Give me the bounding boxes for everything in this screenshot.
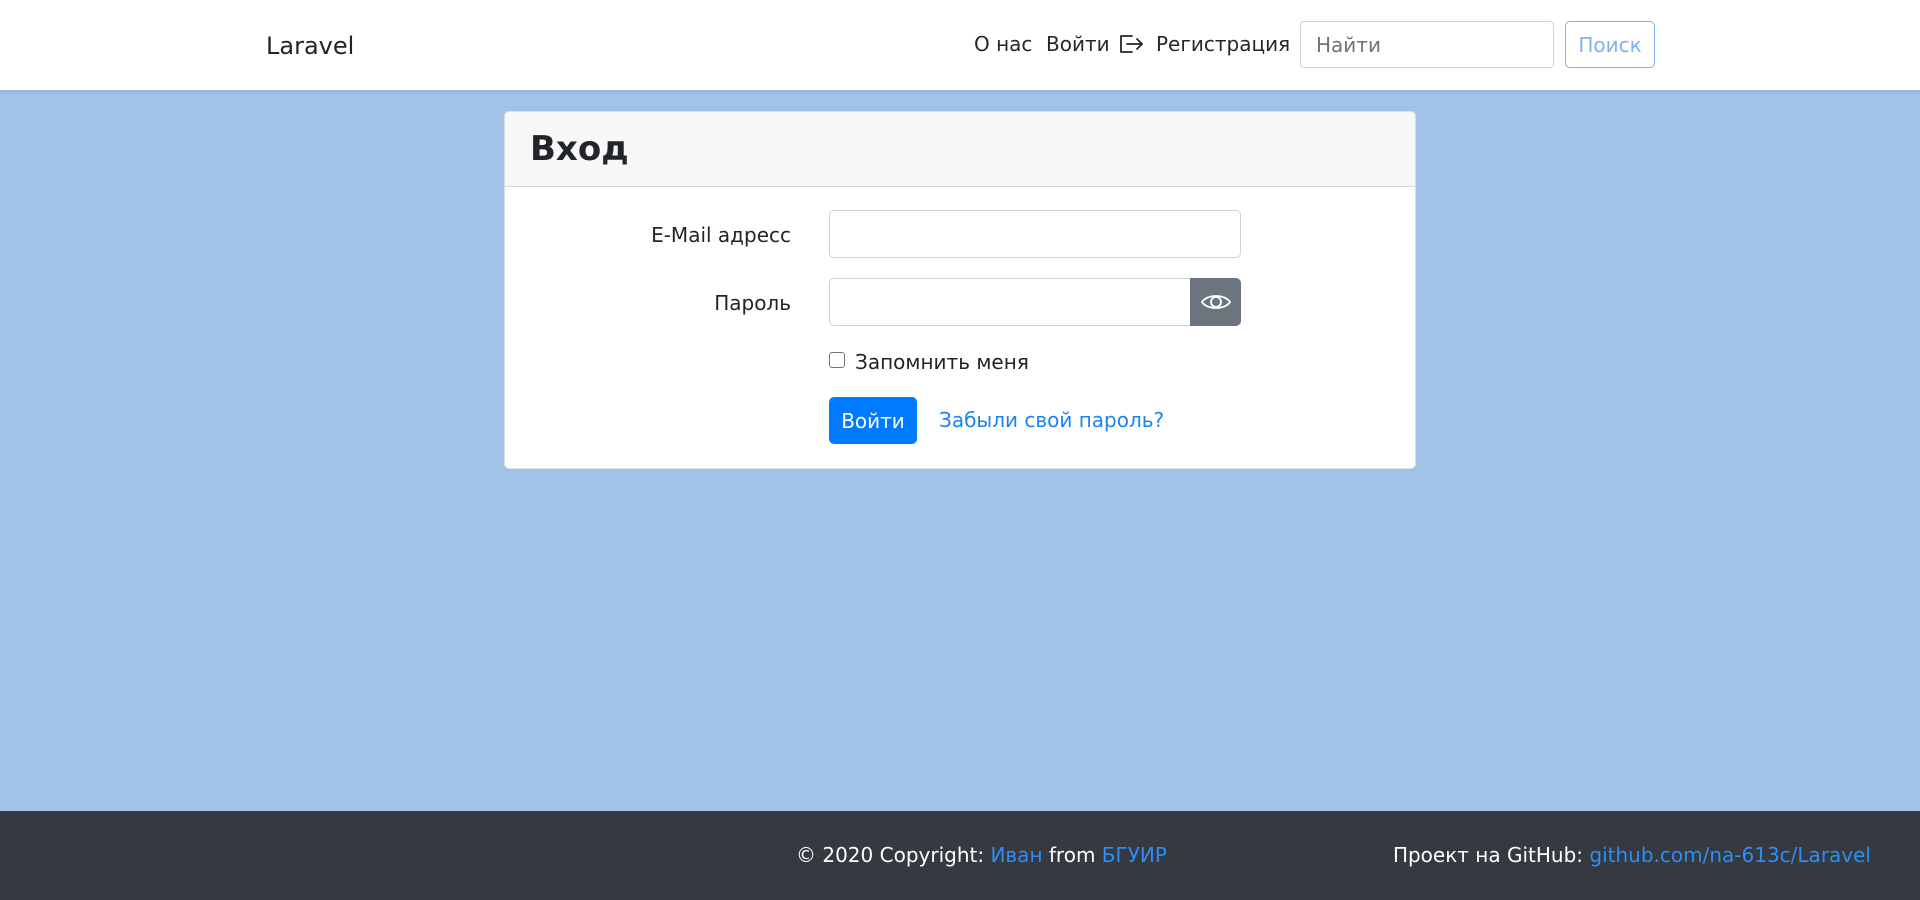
nav-link-register[interactable]: Регистрация: [1156, 30, 1290, 58]
password-visibility-toggle[interactable]: [1190, 278, 1241, 326]
eye-icon: [1200, 295, 1231, 309]
nav-link-about[interactable]: О нас: [974, 30, 1032, 58]
nav-link-login[interactable]: Войти: [1046, 30, 1144, 58]
footer-copyright: © 2020 Copyright: Иван from БГУИР: [796, 841, 1167, 869]
author-link[interactable]: Иван: [990, 843, 1042, 867]
search-input[interactable]: [1300, 21, 1554, 68]
search-button[interactable]: Поиск: [1565, 21, 1655, 68]
email-field[interactable]: [829, 210, 1241, 258]
nav-link-login-label: Войти: [1046, 32, 1110, 56]
login-submit-button[interactable]: Войти: [829, 397, 917, 444]
remember-me-label[interactable]: Запомнить меня: [855, 348, 1029, 376]
login-card: Вход E-Mail адресс Пароль Запомнить меня…: [504, 111, 1416, 469]
login-title: Вход: [530, 129, 629, 169]
from-word: from: [1042, 843, 1102, 867]
remember-me-checkbox[interactable]: [829, 352, 845, 368]
password-field[interactable]: [829, 278, 1190, 326]
copyright-prefix: © 2020 Copyright:: [796, 843, 991, 867]
login-card-header: Вход: [505, 112, 1415, 187]
brand-logo[interactable]: Laravel: [266, 30, 354, 62]
forgot-password-link[interactable]: Забыли свой пароль?: [939, 406, 1164, 434]
email-label: E-Mail адресс: [651, 223, 791, 247]
organization-link[interactable]: БГУИР: [1102, 843, 1167, 867]
sign-in-icon: [1119, 35, 1143, 53]
footer-github: Проект на GitHub: github.com/na-613c/Lar…: [1393, 841, 1871, 869]
password-label: Пароль: [714, 291, 791, 315]
page-footer: © 2020 Copyright: Иван from БГУИР Проект…: [0, 811, 1920, 900]
github-link[interactable]: github.com/na-613c/Laravel: [1589, 843, 1871, 867]
github-label: Проект на GitHub:: [1392, 843, 1590, 867]
top-navbar: Laravel О нас Войти Регистрация Поиск: [0, 0, 1920, 90]
